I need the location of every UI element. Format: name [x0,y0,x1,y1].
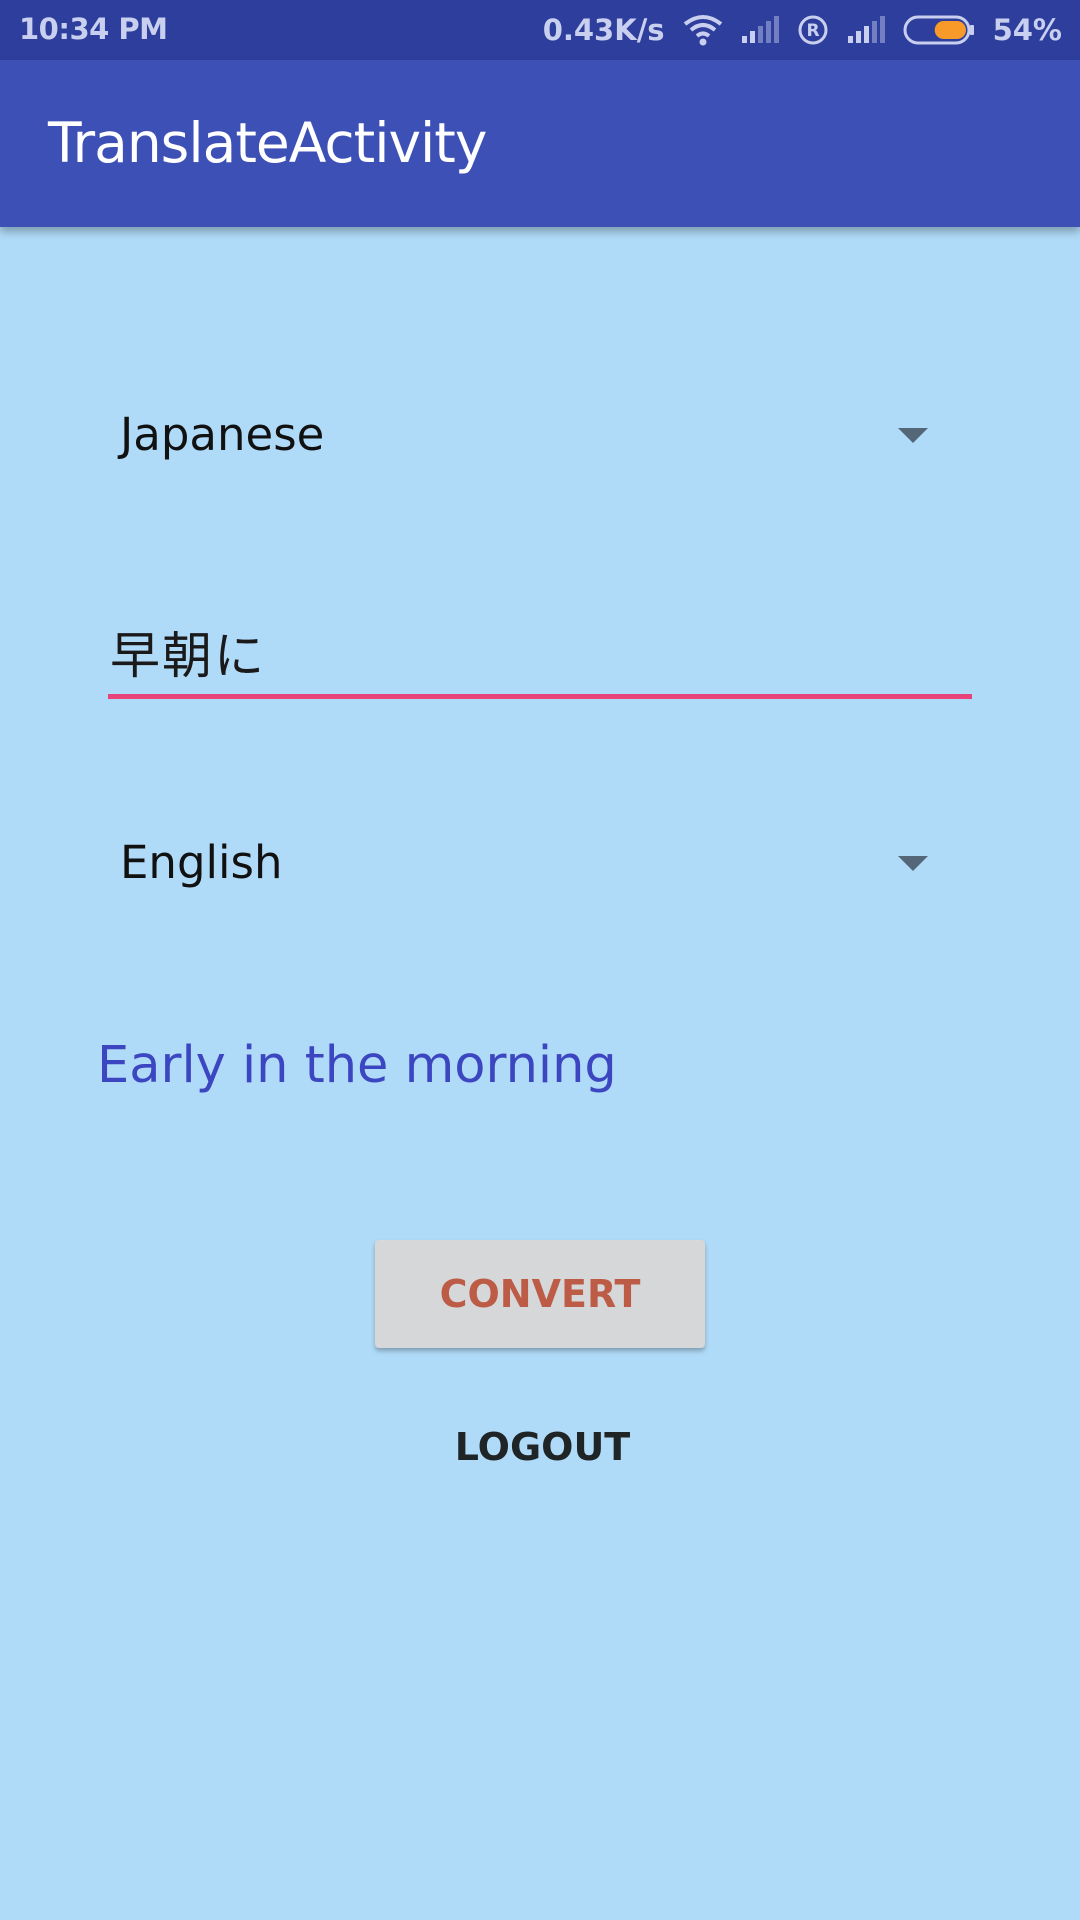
wifi-icon [683,14,723,46]
status-bar: 10:34 PM 0.43K/s R 54% [0,0,1080,60]
battery-icon [903,14,975,46]
app-bar: TranslateActivity [0,60,1080,227]
input-text-field[interactable]: 早朝に [108,600,972,700]
source-language-label: Japanese [120,408,325,461]
status-time: 10:34 PM [19,12,168,46]
status-icons: 0.43K/s R 54% [543,8,1062,52]
battery-percent: 54% [992,13,1062,47]
svg-text:R: R [806,21,819,41]
logout-button[interactable]: LOGOUT [400,1412,685,1482]
registered-icon: R [797,14,829,46]
input-underline [108,694,972,699]
network-speed: 0.43K/s [542,13,665,47]
app-title: TranslateActivity [48,111,487,175]
signal-icon [847,16,885,44]
target-language-label: English [120,836,283,889]
target-language-spinner[interactable]: English [108,808,938,918]
dropdown-arrow-icon [898,856,928,871]
source-language-spinner[interactable]: Japanese [108,380,938,490]
dropdown-arrow-icon [898,428,928,443]
signal-icon [741,16,779,44]
translated-text: Early in the morning [97,1036,617,1095]
convert-button[interactable]: CONVERT [375,1240,705,1348]
input-text-value: 早朝に [110,627,266,685]
